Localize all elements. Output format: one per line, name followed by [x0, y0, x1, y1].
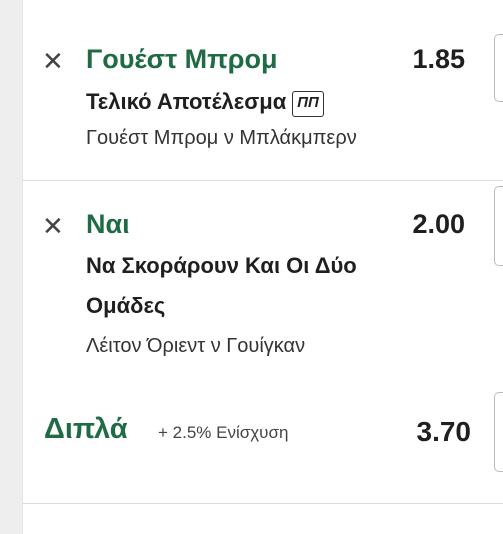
close-icon[interactable]: ✕: [42, 48, 64, 74]
divider: [23, 180, 503, 181]
bet-market: Να Σκοράρουν Και Οι Δύο Ομάδες: [86, 246, 357, 326]
bet-market-label-cont: Ομάδες: [86, 293, 166, 318]
bet-selection: Ναι: [86, 209, 130, 239]
boost-label: + 2.5% Ενίσχυση: [158, 423, 289, 442]
divider: [23, 503, 503, 504]
close-icon[interactable]: ✕: [42, 213, 64, 239]
left-gutter: [0, 0, 23, 534]
bet-odds: 1.85: [412, 44, 465, 74]
stake-input[interactable]: [494, 186, 503, 266]
bet-market-label: Να Σκοράρουν Και Οι Δύο: [86, 253, 357, 278]
bet-market-label: Τελικό Αποτέλεσμα: [86, 89, 287, 114]
stake-input[interactable]: [494, 392, 503, 472]
bet-odds: 2.00: [412, 209, 465, 239]
bet-market: Τελικό Αποτέλεσμα ΠΠ: [86, 82, 324, 122]
pp-badge: ΠΠ: [292, 91, 324, 117]
bet-event: Λέιτον Όριεντ ν Γουίγκαν: [86, 335, 306, 357]
bet-event: Γουέστ Μπρομ ν Μπλάκμπερν: [86, 127, 357, 149]
bet-selection: Γουέστ Μπρομ: [86, 44, 278, 74]
double-odds: 3.70: [416, 416, 472, 447]
stake-input[interactable]: [494, 34, 503, 102]
double-label: Διπλά: [44, 413, 128, 445]
